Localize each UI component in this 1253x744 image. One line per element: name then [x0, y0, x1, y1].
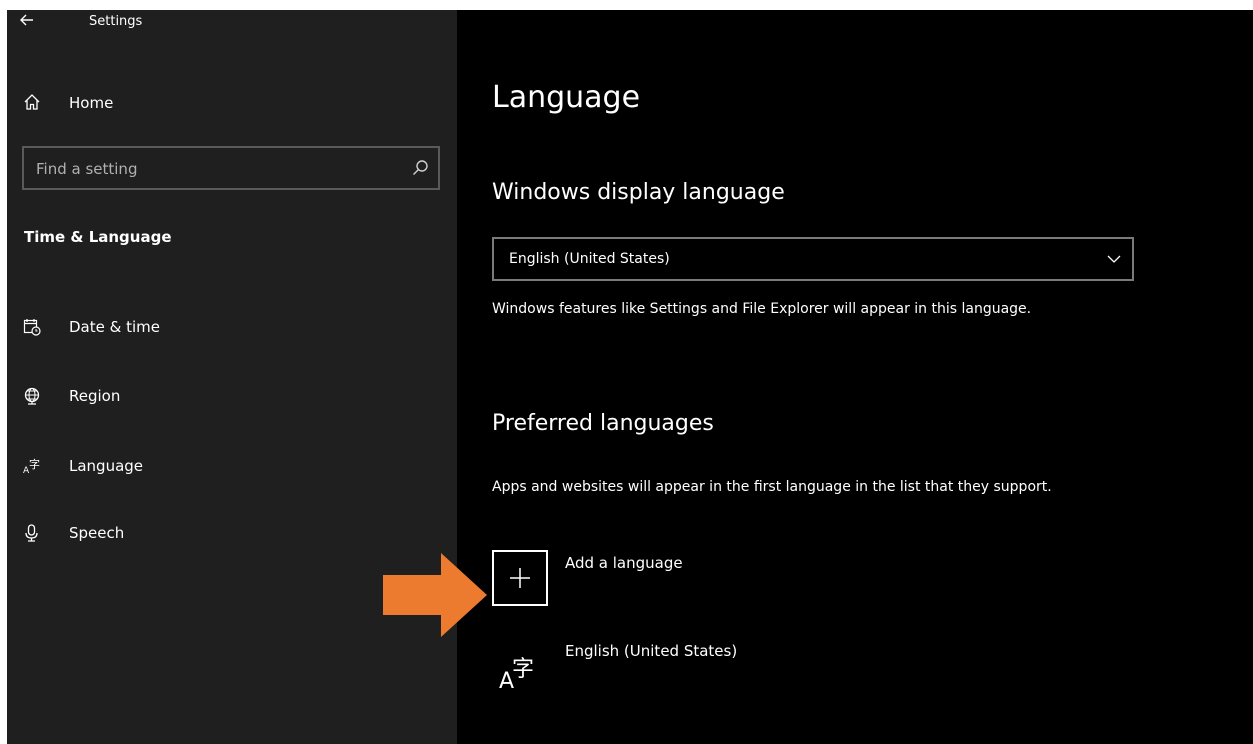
- sidebar-item-label: Region: [69, 387, 121, 405]
- globe-icon: [24, 387, 40, 405]
- preferred-languages-heading: Preferred languages: [492, 411, 714, 436]
- language-list-item[interactable]: A 字 English (United States): [492, 640, 892, 696]
- app-title: Settings: [89, 14, 143, 29]
- language-icon: A 字: [499, 657, 534, 692]
- back-arrow-icon: [20, 14, 33, 26]
- search-box: [22, 146, 440, 190]
- plus-icon: [510, 568, 530, 588]
- sidebar-item-date-time[interactable]: Date & time: [7, 308, 457, 348]
- annotation-arrow-icon: [383, 553, 487, 637]
- page-title: Language: [492, 80, 641, 115]
- settings-window: Settings Home Time & Language Date & t: [7, 10, 1253, 744]
- nav-home[interactable]: Home: [7, 86, 457, 122]
- section-title: Time & Language: [24, 228, 172, 246]
- main-content: Language Windows display language Englis…: [457, 10, 1253, 744]
- sidebar-item-region[interactable]: Region: [7, 377, 457, 417]
- language-list-item-label: English (United States): [565, 642, 738, 660]
- chevron-down-icon: [1107, 255, 1121, 263]
- svg-text:字: 字: [512, 657, 534, 682]
- search-icon[interactable]: [410, 158, 430, 178]
- search-input[interactable]: [34, 155, 388, 183]
- sidebar-item-label: Date & time: [69, 318, 160, 336]
- sidebar-item-language[interactable]: A 字 Language: [7, 447, 457, 487]
- add-language-box: [492, 550, 548, 606]
- nav-home-label: Home: [69, 94, 114, 112]
- display-language-dropdown[interactable]: English (United States): [492, 237, 1134, 281]
- display-language-description: Windows features like Settings and File …: [492, 301, 1032, 317]
- microphone-icon: [25, 524, 38, 542]
- sidebar-item-label: Language: [69, 457, 144, 475]
- sidebar-item-label: Speech: [69, 524, 125, 542]
- home-icon: [24, 94, 40, 110]
- back-button[interactable]: [17, 10, 41, 32]
- preferred-languages-description: Apps and websites will appear in the fir…: [492, 479, 1052, 495]
- sidebar-item-speech[interactable]: Speech: [7, 514, 457, 554]
- display-language-heading: Windows display language: [492, 180, 785, 205]
- language-icon: A 字: [23, 457, 40, 476]
- add-language-button[interactable]: Add a language: [492, 550, 772, 608]
- svg-text:字: 字: [29, 457, 40, 471]
- calendar-clock-icon: [23, 319, 41, 336]
- display-language-value: English (United States): [509, 251, 670, 267]
- title-bar: Settings: [7, 10, 457, 40]
- add-language-label: Add a language: [565, 554, 683, 572]
